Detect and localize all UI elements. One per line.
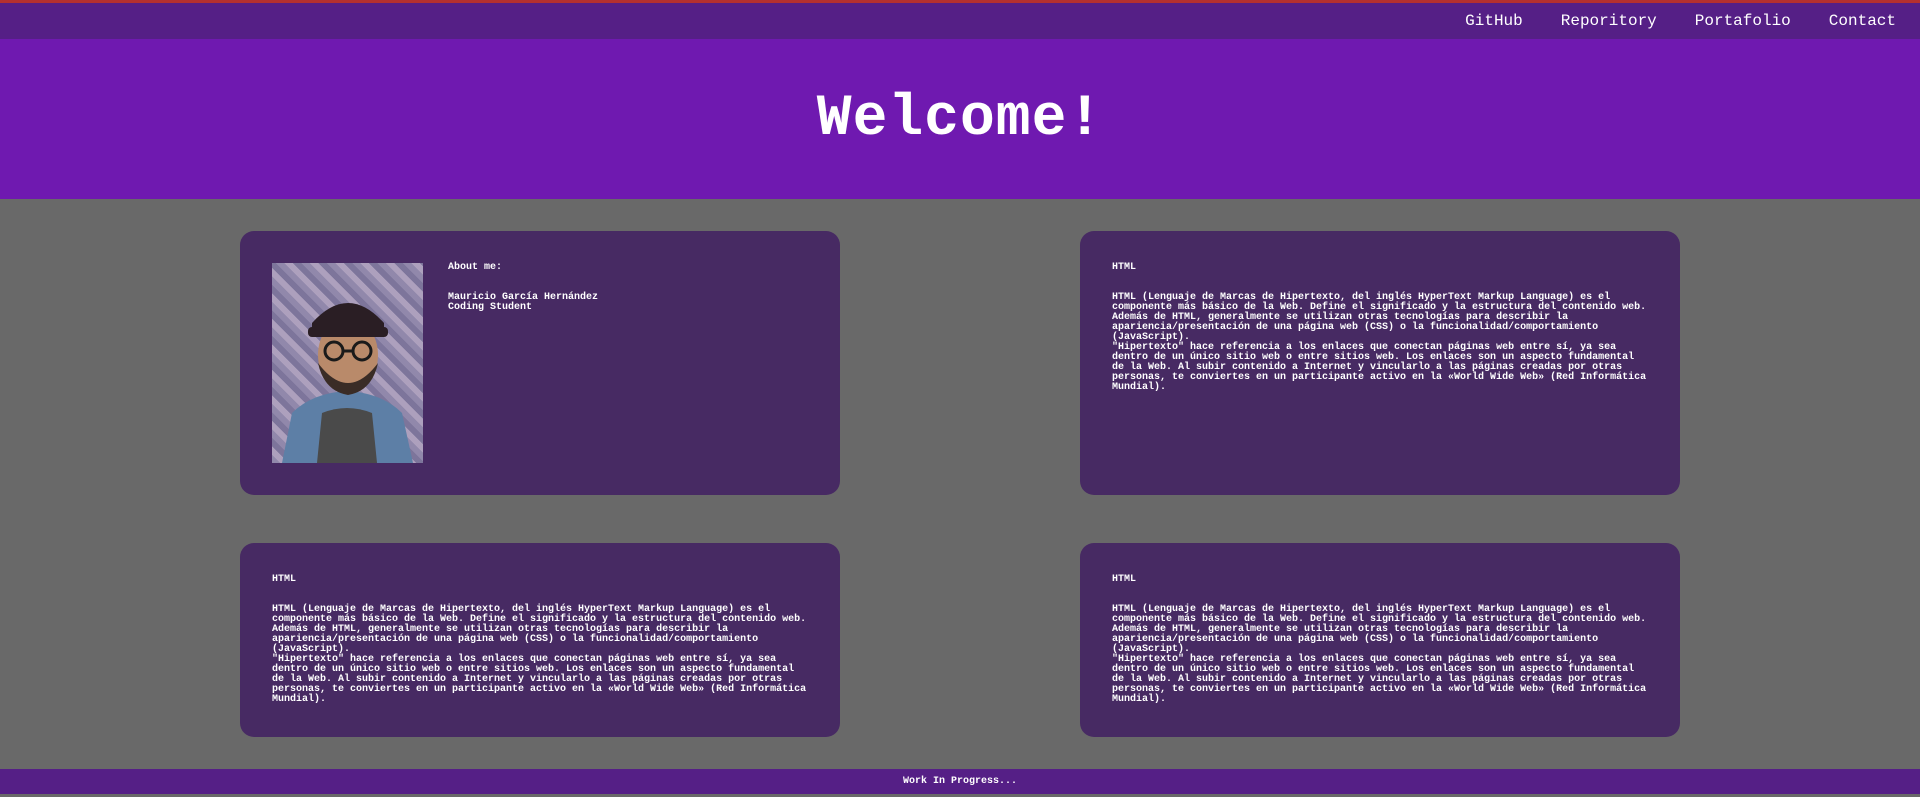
card-title: HTML — [1112, 262, 1137, 273]
footer-text: Work In Progress... — [902, 776, 1018, 787]
about-role: Coding Student — [448, 302, 533, 313]
about-heading: About me: — [448, 262, 503, 273]
card-text: HTML (Lenguaje de Marcas de Hipertexto, … — [1112, 292, 1647, 393]
info-card: HTML HTML (Lenguaje de Marcas de Hiperte… — [1080, 543, 1680, 737]
about-card: About me: Mauricio García Hernández Codi… — [240, 231, 840, 495]
top-navbar: GitHub Reporitory Portafolio Contact — [0, 3, 1920, 39]
hero-banner: Welcome! — [0, 39, 1920, 199]
card-text: HTML (Lenguaje de Marcas de Hipertexto, … — [272, 604, 807, 705]
card-text: HTML (Lenguaje de Marcas de Hipertexto, … — [1112, 604, 1647, 705]
hero-title: Welcome! — [816, 86, 1104, 152]
page-footer: Work In Progress... — [0, 769, 1920, 794]
info-card: HTML HTML (Lenguaje de Marcas de Hiperte… — [1080, 231, 1680, 495]
nav-link-portfolio[interactable]: Portafolio — [1695, 12, 1791, 30]
card-title: HTML — [1112, 574, 1137, 585]
info-card: HTML HTML (Lenguaje de Marcas de Hiperte… — [240, 543, 840, 737]
about-section: About me: Mauricio García Hernández Codi… — [448, 263, 598, 463]
nav-link-repository[interactable]: Reporitory — [1561, 12, 1657, 30]
profile-photo — [272, 263, 423, 463]
nav-link-github[interactable]: GitHub — [1465, 12, 1523, 30]
nav-link-contact[interactable]: Contact — [1829, 12, 1896, 30]
card-title: HTML — [272, 574, 297, 585]
